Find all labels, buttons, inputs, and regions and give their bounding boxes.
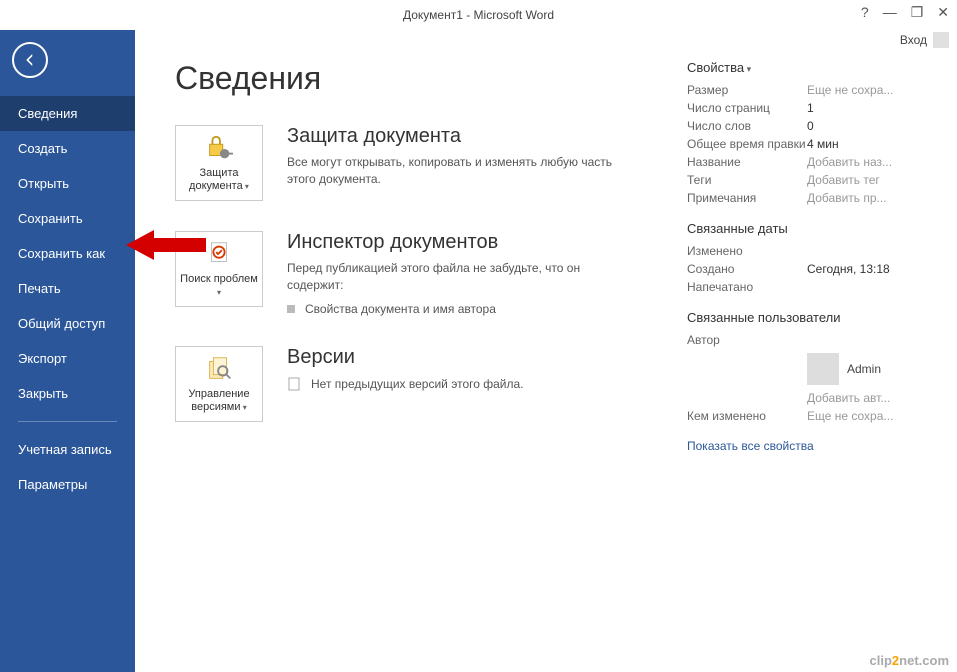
prop-pages-label: Число страниц <box>687 101 807 115</box>
prop-words-value: 0 <box>807 119 917 133</box>
arrow-left-icon <box>21 51 39 69</box>
prop-title-label: Название <box>687 155 807 169</box>
help-icon[interactable]: ? <box>861 4 869 21</box>
versions-title: Версии <box>287 346 657 369</box>
prop-words-label: Число слов <box>687 119 807 133</box>
manage-versions-button[interactable]: Управление версиями <box>175 346 263 422</box>
restore-icon[interactable]: ❐ <box>911 4 924 21</box>
lock-key-icon <box>204 133 234 163</box>
prop-pages-value: 1 <box>807 101 917 115</box>
date-created-label: Создано <box>687 262 807 276</box>
prop-size-value: Еще не сохра... <box>807 83 917 97</box>
date-created-value: Сегодня, 13:18 <box>807 262 917 276</box>
inspect-tile-label: Поиск проблем <box>180 273 258 298</box>
close-icon[interactable]: ✕ <box>937 4 949 21</box>
protect-document-button[interactable]: Защита документа <box>175 125 263 201</box>
titlebar: Документ1 - Microsoft Word ? — ❐ ✕ <box>0 0 957 30</box>
document-check-icon <box>204 239 234 269</box>
sidebar-item-options[interactable]: Параметры <box>0 467 135 502</box>
sidebar-item-info[interactable]: Сведения <box>0 96 135 131</box>
versions-row: Нет предыдущих версий этого файла. <box>287 377 657 391</box>
changed-by-value: Еще не сохра... <box>807 409 917 423</box>
inspect-bullet-text: Свойства документа и имя автора <box>305 302 496 316</box>
prop-size-label: Размер <box>687 83 807 97</box>
sidebar-item-new[interactable]: Создать <box>0 131 135 166</box>
sidebar: Сведения Создать Открыть Сохранить Сохра… <box>0 30 135 672</box>
properties-dropdown[interactable]: Свойства <box>687 60 917 75</box>
sidebar-item-save[interactable]: Сохранить <box>0 201 135 236</box>
minimize-icon[interactable]: — <box>883 4 897 21</box>
page-title: Сведения <box>175 60 657 97</box>
date-printed-label: Напечатано <box>687 280 807 294</box>
date-modified-value <box>807 244 917 258</box>
show-all-properties-link[interactable]: Показать все свойства <box>687 439 814 453</box>
sidebar-item-save-as[interactable]: Сохранить как <box>0 236 135 271</box>
versions-tile-label: Управление версиями <box>180 388 258 413</box>
sidebar-item-close[interactable]: Закрыть <box>0 376 135 411</box>
prop-edittime-value: 4 мин <box>807 137 917 151</box>
document-icon <box>287 377 301 391</box>
protect-title: Защита документа <box>287 125 657 148</box>
author-label: Автор <box>687 333 807 347</box>
inspect-desc: Перед публикацией этого файла не забудьт… <box>287 260 627 294</box>
protect-desc: Все могут открывать, копировать и изменя… <box>287 154 627 188</box>
related-users-heading: Связанные пользователи <box>687 310 917 325</box>
sidebar-item-account[interactable]: Учетная запись <box>0 432 135 467</box>
prop-tags-label: Теги <box>687 173 807 187</box>
changed-by-label: Кем изменено <box>687 409 807 423</box>
protect-tile-label: Защита документа <box>180 167 258 192</box>
date-printed-value <box>807 280 917 294</box>
prop-title-value[interactable]: Добавить наз... <box>807 155 917 169</box>
author-avatar-icon <box>807 353 839 385</box>
inspect-title: Инспектор документов <box>287 231 657 254</box>
sidebar-item-print[interactable]: Печать <box>0 271 135 306</box>
add-author-link[interactable]: Добавить авт... <box>807 391 917 405</box>
prop-comments-label: Примечания <box>687 191 807 205</box>
annotation-arrow-icon <box>126 228 206 262</box>
sidebar-item-export[interactable]: Экспорт <box>0 341 135 376</box>
sidebar-item-open[interactable]: Открыть <box>0 166 135 201</box>
inspect-bullet: Свойства документа и имя автора <box>287 302 657 316</box>
sidebar-item-share[interactable]: Общий доступ <box>0 306 135 341</box>
versions-desc: Нет предыдущих версий этого файла. <box>311 377 524 391</box>
author-name: Admin <box>847 362 881 376</box>
date-modified-label: Изменено <box>687 244 807 258</box>
prop-tags-value[interactable]: Добавить тег <box>807 173 917 187</box>
sidebar-separator <box>18 421 117 422</box>
prop-edittime-label: Общее время правки <box>687 137 807 151</box>
related-dates-heading: Связанные даты <box>687 221 917 236</box>
back-button[interactable] <box>12 42 48 78</box>
window-title: Документ1 - Microsoft Word <box>403 8 554 22</box>
prop-comments-value[interactable]: Добавить пр... <box>807 191 917 205</box>
properties-panel: Свойства РазмерЕще не сохра... Число стр… <box>687 60 917 652</box>
bullet-icon <box>287 305 295 313</box>
documents-stack-icon <box>204 354 234 384</box>
watermark: clip2net.com <box>870 653 949 668</box>
